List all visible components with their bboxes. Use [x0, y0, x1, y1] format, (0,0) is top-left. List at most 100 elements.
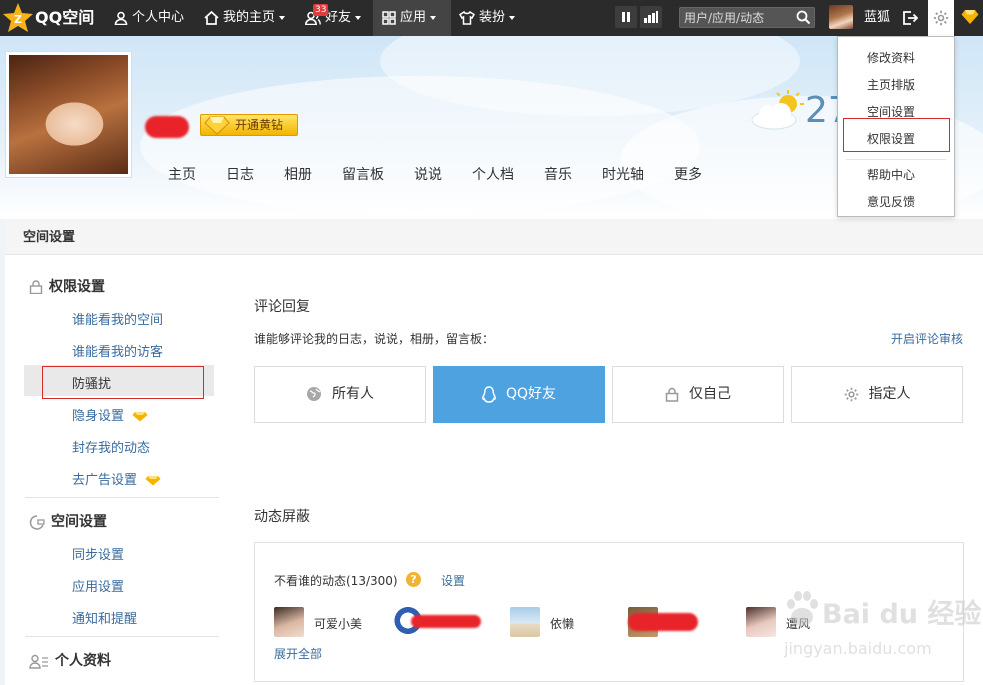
sidebar-item-notifications[interactable]: 通知和提醒: [72, 608, 137, 627]
chevron-down-icon: [509, 15, 516, 20]
redacted-friend-name: [628, 613, 698, 631]
sidebar-item-who-can-see-space[interactable]: 谁能看我的空间: [72, 309, 163, 328]
gear-icon: [844, 387, 858, 401]
comment-option-qq-friends[interactable]: QQ好友: [433, 366, 605, 423]
settings-page-title: 空间设置: [23, 230, 76, 245]
comment-section-title: 评论回复: [254, 299, 310, 315]
redacted-friend-name: [411, 615, 481, 628]
settings-header: 空间设置: [5, 219, 983, 255]
sidebar-item-remove-ads[interactable]: 去广告设置: [72, 469, 161, 488]
qzone-logo-text[interactable]: QQ空间: [35, 0, 94, 36]
user-icon: [114, 11, 128, 25]
sidebar-divider: [25, 636, 219, 637]
search-icon[interactable]: [796, 10, 811, 25]
friend-avatar: [510, 607, 540, 637]
username[interactable]: 蓝狐: [864, 0, 890, 36]
svg-text:Z: Z: [14, 13, 22, 26]
qzone-star-logo-icon[interactable]: Z: [2, 2, 34, 34]
tab-profile[interactable]: 个人档: [472, 164, 514, 184]
tab-shuoshuo[interactable]: 说说: [414, 164, 442, 184]
tab-music[interactable]: 音乐: [544, 164, 572, 184]
avatar[interactable]: [829, 5, 853, 29]
profile-photo[interactable]: [5, 51, 132, 178]
yellow-diamond-icon: [204, 116, 230, 135]
baidu-jingyan-watermark: Bai du 经验 jingyan.baidu.com: [770, 582, 981, 682]
feed-block-section-title: 动态屏蔽: [254, 509, 310, 525]
tab-home[interactable]: 主页: [168, 164, 196, 184]
tab-more[interactable]: 更多: [674, 164, 702, 184]
watermark-brand: Bai du 经验: [822, 599, 982, 630]
space-settings-icon: [29, 514, 45, 530]
nav-dress-up[interactable]: 装扮: [459, 0, 516, 36]
watermark-url: jingyan.baidu.com: [784, 639, 932, 658]
open-yellow-diamond-button[interactable]: 开通黄钻: [200, 114, 298, 136]
enable-comment-review-link[interactable]: 开启评论审核: [891, 330, 963, 347]
lock-icon: [665, 387, 679, 402]
highlight-box-permission-settings: [843, 118, 950, 152]
comment-option-only-me[interactable]: 仅自己: [612, 366, 784, 423]
shirt-icon: [459, 10, 475, 25]
highlight-box-anti-harassment: [42, 366, 204, 399]
tab-timeline[interactable]: 时光轴: [602, 164, 644, 184]
tab-album[interactable]: 相册: [284, 164, 312, 184]
sidebar-group-profile[interactable]: 个人资料: [29, 650, 111, 670]
sidebar-divider: [25, 497, 219, 498]
profile-icon: [29, 654, 48, 669]
yellow-diamond-icon[interactable]: [961, 9, 979, 25]
blocked-feeds-settings-link[interactable]: 设置: [441, 572, 465, 589]
expand-all-link[interactable]: 展开全部: [274, 645, 322, 662]
sidebar-item-archive-feeds[interactable]: 封存我的动态: [72, 437, 150, 456]
weather-sun-cloud-icon[interactable]: [750, 90, 806, 130]
yellow-diamond-icon: [132, 412, 148, 422]
blocked-friend-item[interactable]: [393, 607, 483, 637]
tab-blog[interactable]: 日志: [226, 164, 254, 184]
help-icon[interactable]: ?: [406, 572, 421, 587]
sidebar-item-stealth-settings[interactable]: 隐身设置: [72, 405, 148, 424]
pause-button[interactable]: [615, 6, 637, 28]
menu-item-edit-profile[interactable]: 修改资料: [867, 49, 915, 66]
redacted-nickname: [145, 116, 189, 138]
friend-name: 可爱小美: [314, 617, 363, 631]
blocked-feeds-count-label: 不看谁的动态(13/300): [274, 574, 398, 588]
chevron-down-icon: [355, 15, 362, 20]
pause-icon: [622, 12, 630, 22]
apps-grid-icon: [382, 10, 396, 25]
yellow-diamond-icon: [145, 476, 161, 486]
friend-name: 依懒: [550, 617, 575, 631]
lock-icon: [29, 280, 43, 295]
signal-bars-icon: [644, 11, 658, 23]
chevron-down-icon: [279, 15, 286, 20]
profile-photo-image: [9, 55, 128, 174]
settings-dropdown-menu: 修改资料 主页排版 空间设置 权限设置 帮助中心 意见反馈: [837, 36, 955, 217]
home-icon: [204, 10, 219, 25]
settings-gear-button[interactable]: [928, 0, 954, 36]
search-input[interactable]: [680, 8, 792, 27]
gear-icon: [933, 10, 949, 26]
logout-icon[interactable]: [902, 10, 919, 26]
menu-item-help-center[interactable]: 帮助中心: [867, 166, 915, 183]
comment-section-description: 谁能够评论我的日志，说说，相册，留言板：: [254, 332, 495, 346]
paw-logo-icon: [787, 591, 818, 626]
menu-item-homepage-layout[interactable]: 主页排版: [867, 76, 915, 93]
qq-penguin-icon: [482, 385, 496, 403]
sidebar-item-sync-settings[interactable]: 同步设置: [72, 544, 124, 563]
menu-item-feedback[interactable]: 意见反馈: [867, 193, 915, 210]
comment-option-specified-people[interactable]: 指定人: [791, 366, 963, 423]
signal-bars-button[interactable]: [640, 6, 662, 28]
chevron-down-icon: [430, 15, 437, 20]
globe-icon: [307, 387, 321, 401]
nav-personal-center[interactable]: 个人中心: [114, 0, 184, 36]
comment-option-everyone[interactable]: 所有人: [254, 366, 426, 423]
profile-cover: 开通黄钻 27 主页 日志 相册 留言板 说说 个人档 音乐 时光轴 更多: [0, 36, 983, 219]
friends-notification-badge: 33: [313, 4, 329, 16]
menu-separator: [846, 159, 946, 160]
top-navigation-bar: Z QQ空间 个人中心 我的主页 好友 33 应用 装扮 蓝狐: [0, 0, 983, 36]
tab-message-board[interactable]: 留言板: [342, 164, 384, 184]
search-box: [679, 7, 815, 28]
blocked-friend-item[interactable]: [628, 607, 700, 637]
sidebar-group-permissions: 权限设置: [29, 276, 105, 296]
sidebar-item-app-settings[interactable]: 应用设置: [72, 576, 124, 595]
nav-apps[interactable]: 应用: [373, 0, 451, 36]
nav-my-homepage[interactable]: 我的主页: [204, 0, 286, 36]
sidebar-item-who-can-see-visitors[interactable]: 谁能看我的访客: [72, 341, 163, 360]
